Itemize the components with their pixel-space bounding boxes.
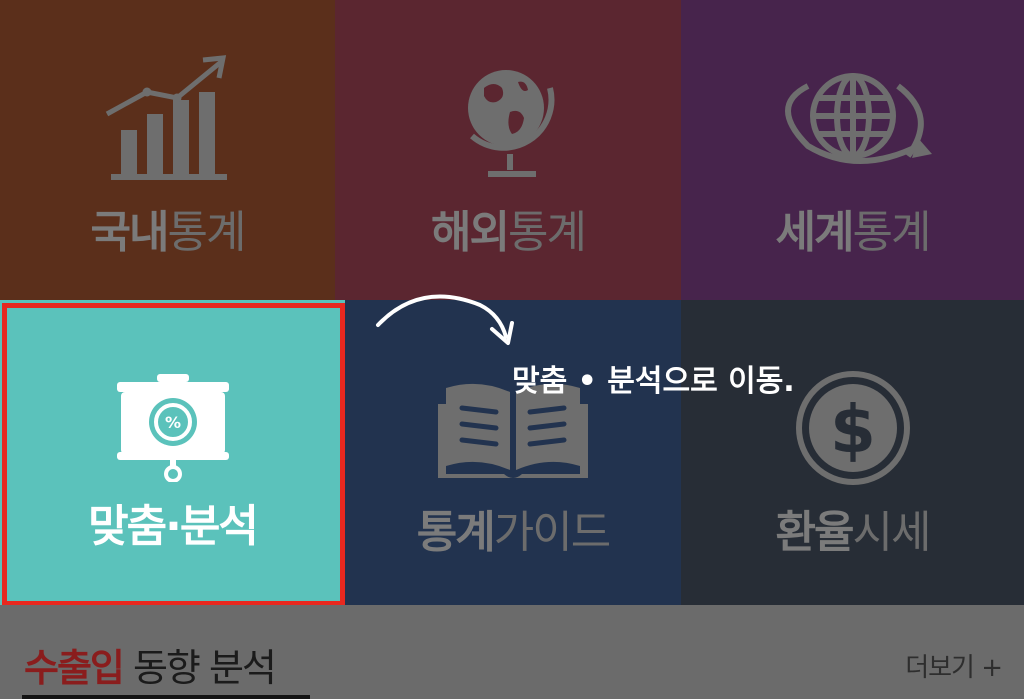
tile-exchange-label: 환율시세 — [681, 496, 1024, 560]
more-link[interactable]: 더보기 + — [905, 647, 1003, 684]
tile-overseas-statistics[interactable]: 해외통계 — [335, 0, 681, 300]
tile-world-label: 세계통계 — [681, 196, 1024, 260]
label-rest: 통계 — [508, 207, 587, 258]
curved-arrow-icon — [376, 294, 514, 345]
label-bold: 세계 — [775, 207, 855, 258]
label-bold: 통계 — [416, 507, 496, 558]
tile-custom-label: 맞춤·분석 — [88, 501, 259, 552]
label-rest: 통계 — [167, 207, 247, 258]
bar-chart-icon — [105, 55, 227, 180]
dollar-coin-icon: $ — [795, 371, 910, 485]
presentation-board-icon: % — [116, 374, 229, 482]
tile-guide-label: 통계가이드 — [345, 496, 681, 560]
tile-world-statistics[interactable]: 세계통계 — [681, 0, 1024, 300]
section-title-accent: 수출입 — [24, 646, 125, 690]
tile-domestic-label: 국내통계 — [0, 196, 335, 260]
tile-custom-analysis[interactable]: % 맞춤·분석 — [0, 300, 345, 605]
section-title-rest: 동향 분석 — [122, 646, 277, 690]
svg-text:%: % — [164, 413, 180, 432]
label-rest: 가이드 — [493, 507, 611, 558]
label-bold: 해외 — [431, 207, 510, 258]
globe-icon — [468, 70, 555, 177]
section-title: 수출입 동향 분석 — [24, 637, 277, 692]
tile-domestic-statistics[interactable]: 국내통계 — [0, 0, 335, 300]
label-bold: 국내 — [90, 207, 170, 258]
annotation-text: 맞춤 • 분석으로 이동. — [512, 364, 795, 399]
tile-exchange-rate[interactable]: $ 환율시세 — [681, 300, 1024, 605]
section-header: 수출입 동향 분석 더보기 + — [0, 605, 1024, 699]
title-underline — [22, 695, 310, 699]
world-network-icon — [784, 73, 932, 164]
tile-overseas-label: 해외통계 — [335, 196, 681, 260]
label-bold: 환율 — [775, 507, 855, 558]
label-rest: 시세 — [852, 507, 932, 558]
label-rest: 통계 — [852, 207, 932, 258]
svg-text:$: $ — [830, 391, 876, 468]
